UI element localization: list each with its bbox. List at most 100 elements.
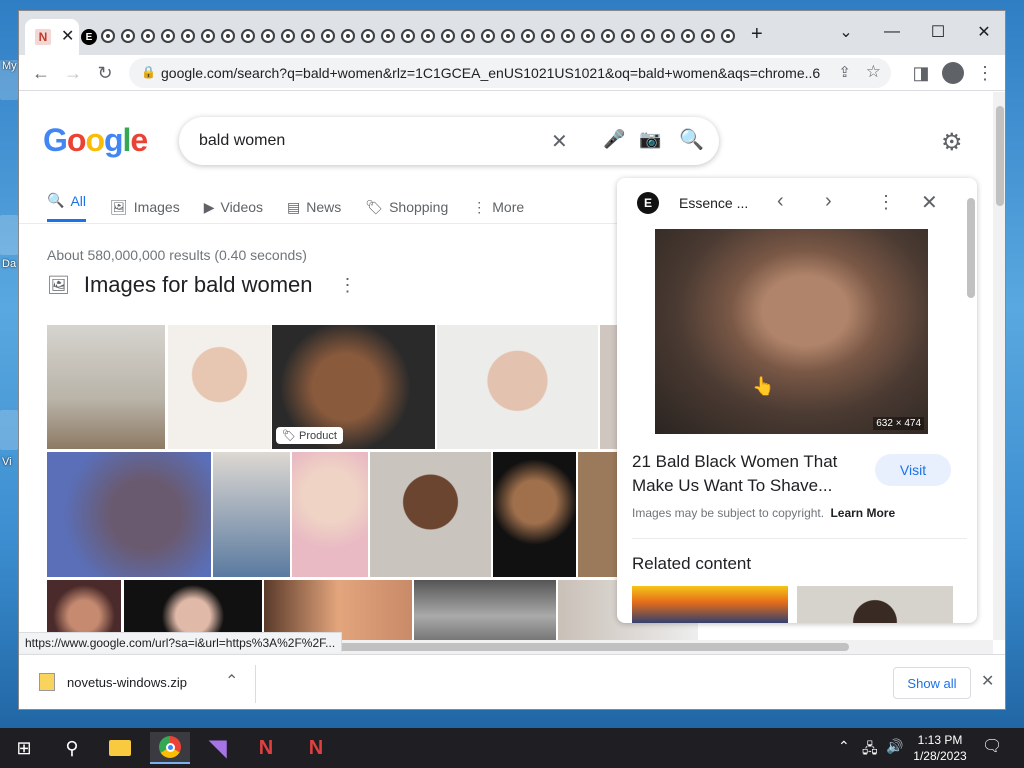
chrome-tab-icon[interactable] [141, 29, 155, 43]
chrome-tab-icon[interactable] [181, 29, 195, 43]
chrome-tab-icon[interactable] [341, 29, 355, 43]
chrome-tab-icon[interactable] [661, 29, 675, 43]
tab-active[interactable]: N ✕ [25, 19, 79, 55]
search-icon[interactable]: ⚲ [52, 732, 92, 764]
chrome-tab-icon[interactable] [161, 29, 175, 43]
image-result[interactable]: 🏷 Product [272, 325, 435, 449]
maximize-button[interactable]: ☐ [915, 17, 961, 47]
settings-icon[interactable]: ⚙ [941, 128, 963, 157]
tab-shopping[interactable]: 🏷 Shopping [365, 192, 448, 222]
chrome-tab-icon[interactable] [541, 29, 555, 43]
close-icon[interactable]: ✕ [921, 190, 938, 215]
side-panel-icon[interactable]: ◨ [907, 59, 935, 87]
close-download-bar-icon[interactable]: ✕ [981, 671, 994, 691]
image-result[interactable] [213, 452, 290, 577]
image-result[interactable] [47, 325, 165, 449]
star-icon[interactable]: ☆ [866, 62, 881, 82]
clock[interactable]: 1:13 PM 1/28/2023 [910, 732, 970, 764]
preview-image[interactable]: 632 × 474 [655, 229, 928, 434]
chrome-tab-icon[interactable] [461, 29, 475, 43]
image-result[interactable] [264, 580, 412, 640]
desktop-icon[interactable] [0, 410, 18, 450]
share-icon[interactable]: ⇪ [838, 63, 851, 81]
chrome-tab-icon[interactable] [101, 29, 115, 43]
download-file-name[interactable]: novetus-windows.zip [67, 675, 187, 690]
image-result[interactable] [370, 452, 491, 577]
chrome-tab-icon[interactable] [401, 29, 415, 43]
chrome-tab-icon[interactable] [481, 29, 495, 43]
chrome-tab-icon[interactable] [281, 29, 295, 43]
google-logo[interactable]: Google [43, 122, 148, 159]
chrome-tab-icon[interactable] [701, 29, 715, 43]
chevron-left-icon[interactable]: ‹ [777, 190, 784, 213]
close-window-button[interactable]: ✕ [961, 17, 1005, 47]
panel-source[interactable]: Essence ... [679, 195, 748, 211]
scroll-thumb[interactable] [339, 643, 849, 651]
image-result[interactable] [578, 452, 618, 577]
tab-all[interactable]: 🔍 All [47, 192, 86, 222]
chrome-tab-icon[interactable] [221, 29, 235, 43]
back-button[interactable]: ← [27, 59, 55, 87]
vertical-scrollbar[interactable] [993, 92, 1005, 640]
related-image[interactable] [632, 586, 788, 623]
minimize-button[interactable]: — [869, 17, 915, 47]
chrome-tab-icon[interactable] [561, 29, 575, 43]
chrome-tab-icon[interactable] [581, 29, 595, 43]
tab-videos[interactable]: ▶ Videos [204, 192, 263, 222]
related-image[interactable] [797, 586, 953, 623]
more-vert-icon[interactable]: ⋮ [877, 192, 895, 213]
image-result[interactable] [493, 452, 576, 577]
chrome-tab-icon[interactable] [321, 29, 335, 43]
chevron-up-icon[interactable]: ⌃ [838, 738, 850, 755]
image-result[interactable] [292, 452, 368, 577]
chrome-tab-icon[interactable] [361, 29, 375, 43]
search-input[interactable]: bald women [199, 132, 285, 150]
camera-icon[interactable]: 📷 [639, 129, 661, 150]
chrome-tab-icon[interactable] [681, 29, 695, 43]
windows-start-icon[interactable]: ⊞ [4, 732, 44, 764]
desktop-icon[interactable] [0, 215, 18, 255]
chrome-icon[interactable] [150, 732, 190, 764]
image-result[interactable] [47, 452, 211, 577]
essence-icon[interactable]: E [81, 29, 97, 45]
image-result[interactable] [414, 580, 556, 640]
image-result[interactable] [47, 580, 121, 640]
menu-icon[interactable]: ⋮ [971, 59, 999, 87]
chrome-tab-icon[interactable] [421, 29, 435, 43]
chrome-tab-icon[interactable] [201, 29, 215, 43]
reload-button[interactable]: ↻ [91, 59, 119, 87]
panel-title[interactable]: 21 Bald Black Women That Make Us Want To… [632, 450, 860, 498]
learn-more-link[interactable]: Learn More [830, 506, 895, 520]
tab-more[interactable]: ⋮ More [472, 192, 524, 222]
chrome-tab-icon[interactable] [521, 29, 535, 43]
chrome-tab-icon[interactable] [381, 29, 395, 43]
novetus-icon[interactable]: N [296, 732, 336, 764]
chrome-tab-icon[interactable] [261, 29, 275, 43]
mic-icon[interactable]: 🎤 [603, 129, 625, 150]
more-vert-icon[interactable]: ⋮ [339, 275, 357, 296]
chrome-tab-icon[interactable] [621, 29, 635, 43]
image-result[interactable] [124, 580, 262, 640]
search-icon[interactable]: 🔍 [679, 127, 704, 152]
novetus-icon[interactable]: N [246, 732, 286, 764]
visit-button[interactable]: Visit [875, 454, 951, 486]
forward-button[interactable]: → [59, 59, 87, 87]
network-icon[interactable]: 🖧 [862, 738, 878, 762]
search-box[interactable]: bald women ✕ 🎤 📷 🔍 [179, 117, 719, 165]
chrome-tab-icon[interactable] [601, 29, 615, 43]
profile-icon[interactable] [939, 59, 967, 87]
chrome-tab-icon[interactable] [501, 29, 515, 43]
chrome-tab-icon[interactable] [721, 29, 735, 43]
show-all-button[interactable]: Show all [893, 667, 971, 699]
clear-icon[interactable]: ✕ [551, 129, 568, 154]
tab-search-button[interactable]: ⌄ [823, 17, 869, 47]
chrome-tab-icon[interactable] [121, 29, 135, 43]
chrome-tab-icon[interactable] [641, 29, 655, 43]
notification-icon[interactable]: 🗨 [982, 736, 1002, 756]
address-bar[interactable]: 🔒 google.com/search?q=bald+women&rlz=1C1… [129, 58, 891, 88]
new-tab-button[interactable]: + [751, 23, 763, 46]
visual-studio-icon[interactable]: ◥ [198, 732, 238, 764]
chrome-tab-icon[interactable] [241, 29, 255, 43]
chrome-tab-icon[interactable] [301, 29, 315, 43]
scroll-thumb[interactable] [996, 106, 1004, 206]
